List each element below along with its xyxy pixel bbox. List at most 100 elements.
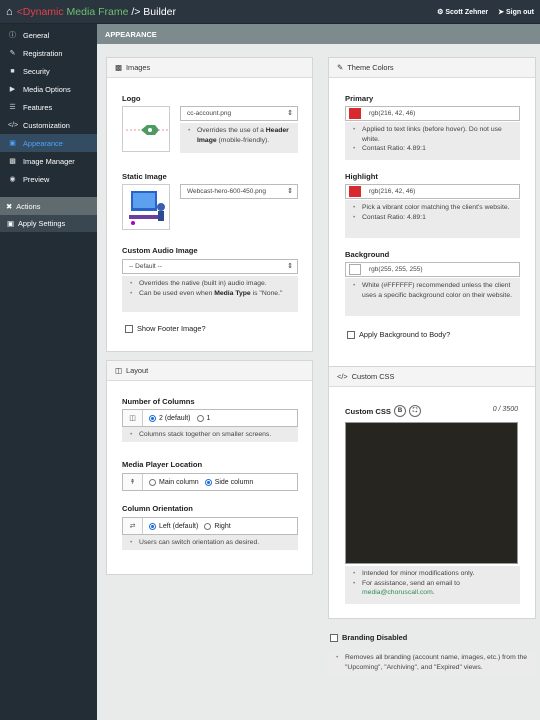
highlight-label: Highlight bbox=[345, 172, 378, 181]
primary-label: Primary bbox=[345, 94, 374, 103]
home-icon[interactable]: ⌂ bbox=[6, 6, 13, 18]
app-brand[interactable]: ⌂ <Dynamic Media Frame /> Builder bbox=[6, 6, 176, 18]
show-footer-image-checkbox[interactable]: Show Footer Image? bbox=[125, 324, 206, 333]
columns-option-1[interactable]: 1 bbox=[191, 414, 211, 422]
radio-selected[interactable] bbox=[204, 478, 212, 486]
css-hint-2: For assistance, send an email to bbox=[362, 579, 460, 587]
audio-hint-1: Overrides the native (built in) audio im… bbox=[130, 279, 294, 289]
play-icon: ▶ bbox=[9, 86, 16, 93]
background-color-input[interactable]: rgb(255, 255, 255) bbox=[345, 262, 520, 277]
sidebar-item-label: Security bbox=[23, 66, 50, 76]
logo-preview[interactable] bbox=[122, 106, 170, 152]
sidebar-item-customization[interactable]: </> Customization bbox=[0, 116, 97, 134]
custom-css-label: Custom CSS bbox=[345, 406, 391, 416]
actions-header: ✖ Actions bbox=[0, 197, 97, 215]
page-title: APPEARANCE bbox=[97, 24, 540, 44]
background-swatch[interactable] bbox=[349, 264, 361, 275]
users-icon: ⚙ bbox=[437, 8, 444, 16]
sidebar-item-general[interactable]: ⓘ General bbox=[0, 26, 97, 44]
branding-disabled-checkbox[interactable]: Branding Disabled bbox=[330, 633, 407, 642]
branding-hint: Removes all branding (account name, imag… bbox=[328, 650, 536, 677]
sidebar-item-media-options[interactable]: ▶ Media Options bbox=[0, 80, 97, 98]
primary-hint: Applied to text links (before hover). Do… bbox=[345, 122, 520, 160]
apply-settings-button[interactable]: ▣ Apply Settings bbox=[0, 215, 97, 232]
radio-selected[interactable] bbox=[149, 522, 156, 530]
lock-icon: ■ bbox=[10, 67, 15, 75]
primary-color-input[interactable]: rgb(216, 42, 46) bbox=[345, 106, 520, 121]
sidebar-item-preview[interactable]: ◉ Preview bbox=[0, 170, 97, 188]
custom-css-hint: Intended for minor modifications only. F… bbox=[345, 566, 520, 604]
columns-icon: ◫ bbox=[123, 410, 143, 426]
custom-css-editor[interactable] bbox=[345, 422, 518, 564]
checkbox-box[interactable] bbox=[330, 633, 338, 642]
apply-background-label: Apply Background to Body? bbox=[359, 330, 451, 339]
player-location-radio-group: ↟ Main column Side column bbox=[122, 473, 298, 491]
orientation-option-left[interactable]: Left (default) bbox=[143, 522, 199, 530]
info-icon: ⓘ bbox=[9, 32, 16, 39]
logo-hint-text: Overrides the use of a bbox=[197, 127, 266, 134]
css-hint-1: Intended for minor modifications only. bbox=[353, 569, 516, 579]
custom-css-title: Custom CSS bbox=[351, 372, 395, 381]
custom-css-header: </> Custom CSS bbox=[329, 367, 535, 387]
sidebar-item-label: Appearance bbox=[23, 138, 63, 148]
sidebar-item-security[interactable]: ■ Security bbox=[0, 62, 97, 80]
background-hint-text: White (#FFFFFF) recommended unless the c… bbox=[353, 281, 516, 300]
logo-hint-post: (mobile-friendly). bbox=[216, 136, 270, 144]
static-image-preview[interactable] bbox=[122, 184, 170, 230]
primary-color-value: rgb(216, 42, 46) bbox=[369, 110, 416, 117]
primary-swatch[interactable] bbox=[349, 108, 361, 119]
expand-icon[interactable]: ⛶ bbox=[409, 405, 421, 417]
primary-hint-2: Contast Ratio: 4.89:1 bbox=[353, 144, 516, 154]
highlight-color-input[interactable]: rgb(216, 42, 46) bbox=[345, 184, 520, 199]
sidebar-item-label: Preview bbox=[23, 174, 50, 184]
custom-css-label-row: Custom CSS B ⛶ bbox=[345, 405, 421, 417]
orientation-option-right[interactable]: Right bbox=[198, 522, 231, 530]
radio[interactable] bbox=[204, 522, 212, 530]
css-char-counter: 0 / 3500 bbox=[492, 406, 518, 413]
highlight-hint: Pick a vibrant color matching the client… bbox=[345, 200, 520, 238]
orientation-hint-text: Users can switch orientation as desired. bbox=[130, 538, 294, 548]
sidebar-item-registration[interactable]: ✎ Registration bbox=[0, 44, 97, 62]
main-content: APPEARANCE ▩ Images Logo cc-account.png ⇕ … bbox=[97, 24, 540, 720]
save-icon: ▣ bbox=[7, 219, 14, 228]
orientation-option-left-label: Left (default) bbox=[159, 522, 199, 530]
columns-option-1-label: 1 bbox=[206, 414, 211, 422]
logo-thumbnail bbox=[126, 125, 168, 135]
background-color-value: rgb(255, 255, 255) bbox=[369, 266, 423, 273]
static-image-select[interactable]: Webcast-hero-600-450.png ⇕ bbox=[180, 184, 298, 199]
top-bar: ⌂ <Dynamic Media Frame /> Builder ⚙ Scot… bbox=[0, 0, 540, 24]
sidebar: ⓘ General ✎ Registration ■ Security ▶ Media … bbox=[0, 24, 97, 720]
columns-option-2[interactable]: 2 (default) bbox=[143, 414, 191, 422]
logo-select[interactable]: cc-account.png ⇕ bbox=[180, 106, 298, 121]
custom-css-panel: </>Custom CSS Custom CSSB⛶ 0 / 3500 Inte… bbox=[328, 366, 536, 619]
logo-hint: Overrides the use of a Header Image (mob… bbox=[180, 123, 298, 153]
sidebar-item-label: Registration bbox=[23, 48, 63, 58]
player-option-main[interactable]: Main column bbox=[143, 478, 199, 486]
user-menu[interactable]: ⚙ Scott Zehner bbox=[437, 8, 488, 16]
theme-colors-panel: ✎Theme Colors Primary rgb(216, 42, 46) A… bbox=[328, 57, 536, 382]
radio[interactable] bbox=[149, 478, 156, 486]
audio-hint-2: Can be used even when bbox=[139, 289, 215, 297]
checkbox-box[interactable] bbox=[347, 330, 355, 339]
sidebar-item-label: Customization bbox=[23, 120, 70, 130]
images-title: Images bbox=[125, 63, 151, 72]
player-option-side[interactable]: Side column bbox=[199, 478, 253, 486]
checkbox-box[interactable] bbox=[125, 324, 133, 333]
support-email-link[interactable]: media@choruscall.com bbox=[362, 589, 433, 596]
audio-image-value: -- Default -- bbox=[129, 263, 162, 270]
bootstrap-icon[interactable]: B bbox=[394, 405, 406, 417]
highlight-swatch[interactable] bbox=[349, 186, 361, 197]
swap-icon: ⇄ bbox=[123, 518, 143, 534]
radio-selected[interactable] bbox=[149, 414, 156, 422]
signout-link[interactable]: ➤ Sign out bbox=[498, 8, 534, 16]
apply-background-checkbox[interactable]: Apply Background to Body? bbox=[347, 330, 450, 339]
radio[interactable] bbox=[196, 414, 204, 422]
select-arrows-icon: ⇕ bbox=[287, 110, 293, 117]
sidebar-item-image-manager[interactable]: ▩ Image Manager bbox=[0, 152, 97, 170]
player-location-label: Media Player Location bbox=[122, 460, 203, 469]
sidebar-item-appearance[interactable]: ▣ Appearance bbox=[0, 134, 97, 152]
brand-builder: /> Builder bbox=[128, 5, 176, 18]
sidebar-item-features[interactable]: ☰ Features bbox=[0, 98, 97, 116]
audio-image-select[interactable]: -- Default -- ⇕ bbox=[122, 259, 298, 274]
columns-option-2-label: 2 (default) bbox=[159, 414, 191, 422]
